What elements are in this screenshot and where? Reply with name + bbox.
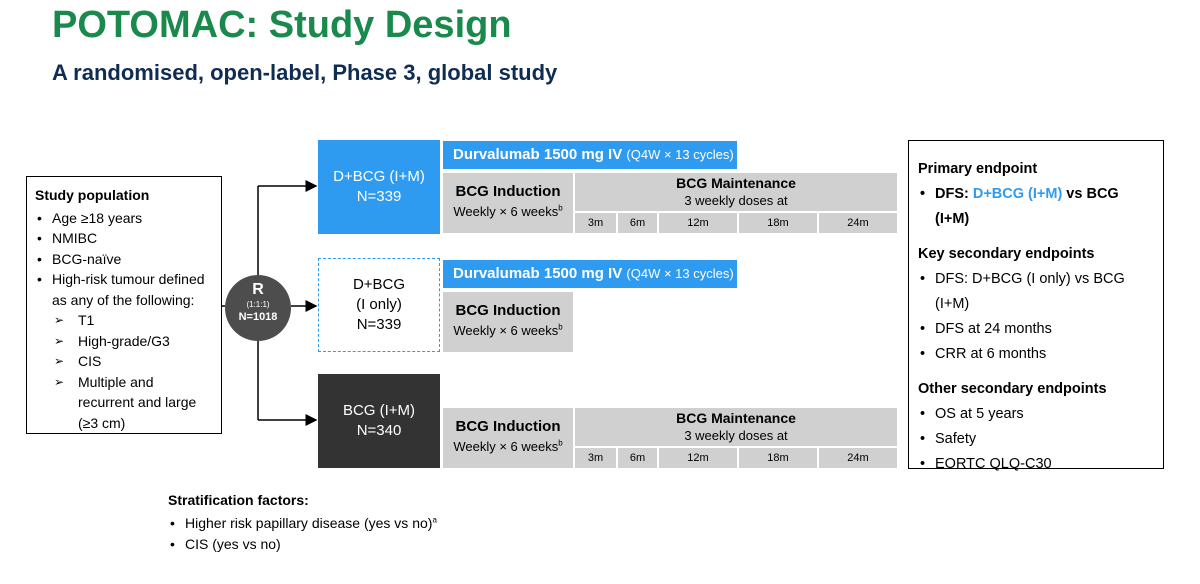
primary-endpoint-item: DFS: D+BCG (I+M) vs BCG (I+M)	[918, 182, 1154, 232]
induction-label: BCG Induction	[455, 418, 561, 435]
other-secondary-item: OS at 5 years	[918, 402, 1154, 427]
month-cell: 12m	[657, 448, 737, 468]
randomisation-circle: R (1:1:1) N=1018	[225, 275, 291, 341]
arm-name: D+BCG (I+M)	[333, 168, 425, 185]
arm-d-bcg-im: D+BCG (I+M) N=339	[318, 140, 440, 234]
arm-bcg-im: BCG (I+M) N=340	[318, 374, 440, 468]
population-subitem: High-grade/G3	[52, 331, 213, 352]
maintenance-label: BCG Maintenance	[676, 175, 796, 191]
month-cell: 3m	[575, 448, 616, 468]
induction-label: BCG Induction	[455, 302, 561, 319]
randomisation-n: N=1018	[238, 311, 278, 323]
arm-d-bcg-i-only: D+BCG (I only) N=339	[318, 258, 440, 352]
arm-name: D+BCG	[352, 276, 406, 293]
month-cell: 3m	[575, 213, 616, 233]
maintenance-detail: 3 weekly doses at	[684, 193, 788, 208]
bcg-maintenance-arm-1: BCG Maintenance 3 weekly doses at	[575, 173, 897, 211]
primary-endpoint-header: Primary endpoint	[918, 161, 1038, 177]
key-secondary-item: DFS: D+BCG (I only) vs BCG (I+M)	[918, 267, 1154, 317]
stratification-factors: Stratification factors: Higher risk papi…	[168, 490, 437, 555]
arm-n: N=339	[356, 188, 402, 205]
durvalumab-label: Durvalumab 1500 mg IV	[453, 265, 623, 282]
induction-label: BCG Induction	[455, 183, 561, 200]
bcg-induction-arm-2: BCG Induction Weekly × 6 weeksb	[443, 292, 573, 352]
durvalumab-label: Durvalumab 1500 mg IV	[453, 146, 623, 163]
bcg-induction-arm-1: BCG Induction Weekly × 6 weeksb	[443, 173, 573, 233]
population-item: BCG-naïve	[35, 249, 213, 270]
stratification-header: Stratification factors:	[168, 492, 309, 508]
maintenance-months-arm-1: 3m 6m 12m 18m 24m	[575, 213, 897, 233]
other-secondary-header: Other secondary endpoints	[918, 381, 1107, 397]
month-cell: 24m	[817, 448, 897, 468]
population-item-label: High-risk tumour defined as any of the f…	[52, 271, 205, 308]
arm-name-qualifier: (I only)	[356, 296, 402, 313]
endpoints-box: Primary endpoint DFS: D+BCG (I+M) vs BCG…	[908, 140, 1164, 477]
key-secondary-item: CRR at 6 months	[918, 342, 1154, 367]
population-subitem: CIS	[52, 351, 213, 372]
population-header: Study population	[35, 187, 150, 203]
bcg-maintenance-arm-3: BCG Maintenance 3 weekly doses at	[575, 408, 897, 446]
stratification-item: CIS (yes vs no)	[168, 534, 437, 555]
population-subitem: Multiple and recurrent and large (≥3 cm)	[52, 372, 213, 434]
month-cell: 6m	[616, 213, 657, 233]
study-population-box: Study population Age ≥18 years NMIBC BCG…	[26, 176, 222, 434]
key-secondary-header: Key secondary endpoints	[918, 246, 1095, 262]
arm-n: N=340	[356, 422, 402, 439]
month-cell: 12m	[657, 213, 737, 233]
induction-detail: Weekly × 6 weeksb	[453, 203, 563, 219]
key-secondary-item: DFS at 24 months	[918, 317, 1154, 342]
randomisation-ratio: (1:1:1)	[246, 300, 270, 309]
bcg-induction-arm-3: BCG Induction Weekly × 6 weeksb	[443, 408, 573, 468]
durvalumab-regimen: (Q4W × 13 cycles)	[626, 266, 734, 281]
month-cell: 18m	[737, 213, 817, 233]
durvalumab-bar-arm-1: Durvalumab 1500 mg IV (Q4W × 13 cycles)	[443, 141, 737, 169]
other-secondary-item: EORTC QLQ-C30	[918, 452, 1154, 477]
durvalumab-bar-arm-2: Durvalumab 1500 mg IV (Q4W × 13 cycles)	[443, 260, 737, 288]
maintenance-months-arm-3: 3m 6m 12m 18m 24m	[575, 448, 897, 468]
population-item: High-risk tumour defined as any of the f…	[35, 269, 213, 433]
maintenance-label: BCG Maintenance	[676, 410, 796, 426]
month-cell: 18m	[737, 448, 817, 468]
other-secondary-item: Safety	[918, 427, 1154, 452]
arm-n: N=339	[356, 316, 402, 333]
population-item: Age ≥18 years	[35, 208, 213, 229]
durvalumab-regimen: (Q4W × 13 cycles)	[626, 147, 734, 162]
month-cell: 6m	[616, 448, 657, 468]
maintenance-detail: 3 weekly doses at	[684, 428, 788, 443]
randomisation-label: R	[252, 281, 264, 298]
primary-endpoint-arm: D+BCG (I+M)	[972, 186, 1063, 202]
month-cell: 24m	[817, 213, 897, 233]
population-subitem: T1	[52, 310, 213, 331]
stratification-item: Higher risk papillary disease (yes vs no…	[168, 513, 437, 534]
arm-name: BCG (I+M)	[342, 402, 416, 419]
induction-detail: Weekly × 6 weeksb	[453, 322, 563, 338]
population-item: NMIBC	[35, 228, 213, 249]
induction-detail: Weekly × 6 weeksb	[453, 438, 563, 454]
